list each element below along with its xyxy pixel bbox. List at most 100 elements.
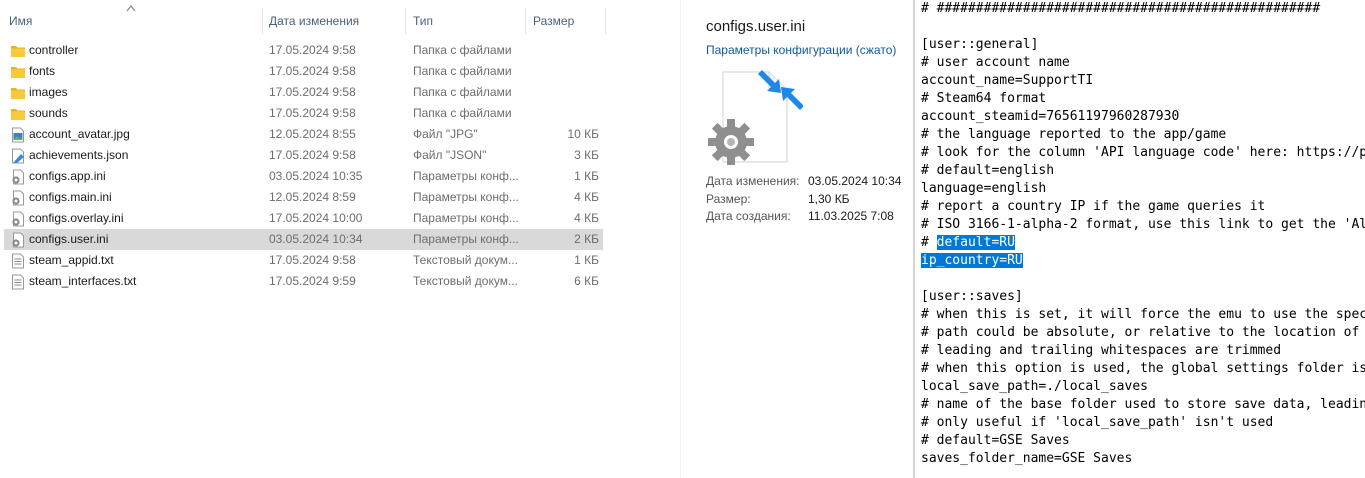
editor-line: # when this is set, it will force the em… bbox=[921, 307, 1365, 322]
editor-line: # report a country IP if the game querie… bbox=[921, 199, 1266, 214]
file-name: fonts bbox=[29, 64, 56, 78]
editor-line: account_steamid=76561197960287930 bbox=[921, 109, 1180, 124]
column-divider[interactable] bbox=[405, 8, 406, 34]
file-size: 3 КБ bbox=[574, 148, 599, 162]
meta-key: Дата изменения: bbox=[706, 174, 800, 188]
editor-line: # the language reported to the app/game bbox=[921, 127, 1227, 142]
file-size: 1 КБ bbox=[574, 169, 599, 183]
file-row[interactable]: sounds 17.05.2024 9:58 Папка с файлами bbox=[4, 103, 603, 124]
editor-text-area[interactable]: # ######################################… bbox=[921, 0, 1365, 468]
file-size bbox=[529, 103, 599, 124]
file-row[interactable]: steam_interfaces.txt 17.05.2024 9:59 Текст… bbox=[4, 271, 603, 292]
editor-line: account_name=SupportTI bbox=[921, 73, 1094, 88]
file-name: configs.overlay.ini bbox=[29, 211, 124, 225]
file-row[interactable]: configs.app.ini 03.05.2024 10:35 Параметры… bbox=[4, 166, 603, 187]
editor-line: # default=english bbox=[921, 163, 1055, 178]
editor-line: # ######################################… bbox=[921, 1, 1321, 16]
file-name: achievements.json bbox=[29, 148, 129, 162]
column-header-size[interactable]: Размер bbox=[528, 0, 604, 42]
selected-text: ip_country=RU bbox=[921, 253, 1023, 268]
editor-line: [user::saves] bbox=[921, 289, 1023, 304]
file-list-pane: Имя Дата изменения Тип Размер controller… bbox=[0, 0, 680, 478]
preview-file-type: Параметры конфигурации (сжато) bbox=[706, 43, 897, 57]
config-file-icon bbox=[10, 232, 26, 248]
meta-value: 11.03.2025 7:08 bbox=[808, 209, 894, 223]
file-row[interactable]: controller 17.05.2024 9:58 Папка с файлами bbox=[4, 40, 603, 61]
meta-value: 03.05.2024 10:34 bbox=[808, 174, 902, 188]
file-date: 12.05.2024 8:55 bbox=[269, 127, 356, 141]
column-divider[interactable] bbox=[525, 8, 526, 34]
editor-line: saves_folder_name=GSE Saves bbox=[921, 451, 1133, 466]
json-file-icon bbox=[10, 148, 26, 164]
text-editor[interactable]: # ######################################… bbox=[913, 0, 1365, 478]
file-row[interactable]: configs.user.ini 03.05.2024 10:34 Параметр… bbox=[4, 229, 603, 250]
editor-line: # default=GSE Saves bbox=[921, 433, 1070, 448]
file-type: Параметры конф... bbox=[413, 232, 519, 246]
file-type: Папка с файлами bbox=[413, 85, 512, 99]
column-divider[interactable] bbox=[262, 8, 263, 34]
editor-line: [user::general] bbox=[921, 37, 1039, 52]
file-row[interactable]: fonts 17.05.2024 9:58 Папка с файлами bbox=[4, 61, 603, 82]
editor-line: # Steam64 format bbox=[921, 91, 1047, 106]
file-row[interactable]: configs.main.ini 12.05.2024 8:59 Параметры… bbox=[4, 187, 603, 208]
file-type: Параметры конф... bbox=[413, 190, 519, 204]
folder-icon bbox=[10, 43, 26, 59]
file-row[interactable]: steam_appid.txt 17.05.2024 9:58 Текстовый … bbox=[4, 250, 603, 271]
compressed-config-file-icon bbox=[708, 70, 803, 165]
config-file-icon bbox=[10, 169, 26, 185]
file-type: Файл "JSON" bbox=[413, 148, 487, 162]
file-type: Папка с файлами bbox=[413, 64, 512, 78]
file-date: 17.05.2024 9:58 bbox=[269, 43, 356, 57]
image-file-icon bbox=[10, 127, 26, 143]
file-date: 12.05.2024 8:59 bbox=[269, 190, 356, 204]
file-type: Папка с файлами bbox=[413, 106, 512, 120]
column-header-date[interactable]: Дата изменения bbox=[264, 0, 404, 42]
file-name: account_avatar.jpg bbox=[29, 127, 130, 141]
meta-key: Дата создания: bbox=[706, 209, 791, 223]
file-name: sounds bbox=[29, 106, 68, 120]
file-row[interactable]: configs.overlay.ini 17.05.2024 10:00 Парам… bbox=[4, 208, 603, 229]
file-size bbox=[529, 82, 599, 103]
file-date: 17.05.2024 10:00 bbox=[269, 211, 363, 225]
file-row[interactable]: images 17.05.2024 9:58 Папка с файлами bbox=[4, 82, 603, 103]
file-date: 17.05.2024 9:58 bbox=[269, 106, 356, 120]
file-type: Файл "JPG" bbox=[413, 127, 478, 141]
file-size bbox=[529, 61, 599, 82]
editor-line: # look for the column 'API language code… bbox=[921, 145, 1365, 160]
editor-line: # when this option is used, the global s… bbox=[921, 361, 1365, 376]
column-header-type[interactable]: Тип bbox=[408, 0, 525, 42]
file-name: configs.user.ini bbox=[29, 232, 109, 246]
editor-line: # leading and trailing whitespaces are t… bbox=[921, 343, 1282, 358]
editor-line: ip_country=RU bbox=[921, 252, 1365, 270]
file-date: 03.05.2024 10:35 bbox=[269, 169, 363, 183]
file-type: Текстовый докум... bbox=[413, 274, 518, 288]
file-size: 4 КБ bbox=[574, 211, 599, 225]
file-size: 10 КБ bbox=[567, 127, 599, 141]
folder-icon bbox=[10, 64, 26, 80]
preview-file-name: configs.user.ini bbox=[706, 18, 806, 35]
file-name: steam_interfaces.txt bbox=[29, 274, 137, 288]
file-type: Параметры конф... bbox=[413, 211, 519, 225]
text-file-icon bbox=[10, 274, 26, 290]
line-text: # bbox=[921, 235, 937, 250]
editor-line: # path could be absolute, or relative to… bbox=[921, 325, 1360, 340]
editor-line: # only useful if 'local_save_path' isn't… bbox=[921, 415, 1274, 430]
file-date: 03.05.2024 10:34 bbox=[269, 232, 363, 246]
file-type: Параметры конф... bbox=[413, 169, 519, 183]
file-date: 17.05.2024 9:59 bbox=[269, 274, 356, 288]
column-header-name[interactable]: Имя bbox=[4, 0, 262, 42]
file-date: 17.05.2024 9:58 bbox=[269, 253, 356, 267]
file-row[interactable]: achievements.json 17.05.2024 9:58 Файл "JS… bbox=[4, 145, 603, 166]
editor-line: # user account name bbox=[921, 55, 1070, 70]
file-size: 2 КБ bbox=[574, 232, 599, 246]
column-divider[interactable] bbox=[605, 8, 606, 34]
file-row[interactable]: account_avatar.jpg 12.05.2024 8:55 Файл "J… bbox=[4, 124, 603, 145]
file-name: steam_appid.txt bbox=[29, 253, 114, 267]
file-date: 17.05.2024 9:58 bbox=[269, 148, 356, 162]
file-name: configs.main.ini bbox=[29, 190, 112, 204]
file-size: 4 КБ bbox=[574, 190, 599, 204]
file-type: Текстовый докум... bbox=[413, 253, 518, 267]
text-file-icon bbox=[10, 253, 26, 269]
config-file-icon bbox=[10, 211, 26, 227]
